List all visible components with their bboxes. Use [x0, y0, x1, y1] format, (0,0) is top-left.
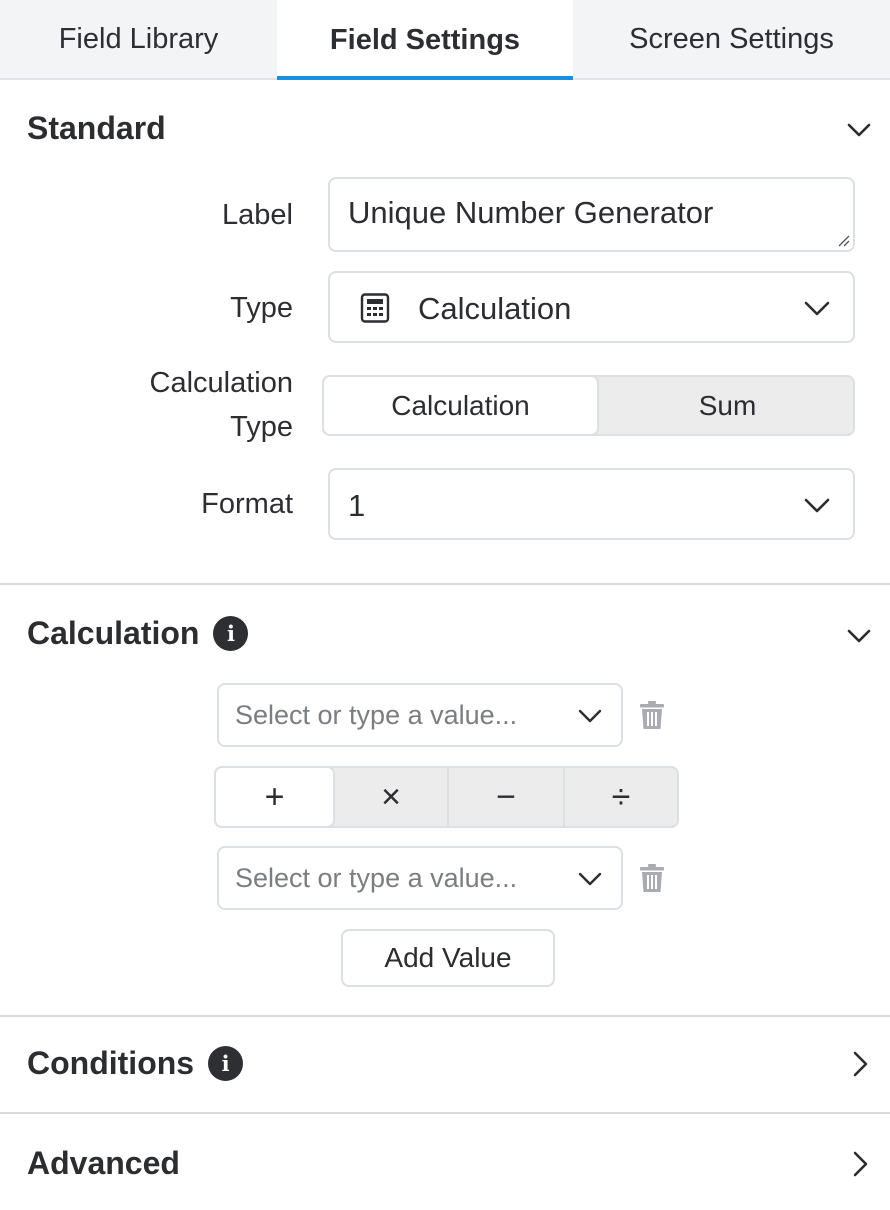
section-divider — [0, 1112, 890, 1114]
value-select-1[interactable]: Select or type a value... — [217, 683, 623, 747]
chevron-right-icon[interactable] — [846, 1050, 874, 1078]
format-field-label: Format — [201, 488, 293, 520]
trash-icon — [640, 864, 664, 892]
value-select-placeholder: Select or type a value... — [235, 863, 518, 893]
calculator-icon — [360, 293, 390, 323]
chevron-down-icon[interactable] — [845, 116, 873, 144]
label-input[interactable]: Unique Number Generator — [328, 177, 855, 252]
tab-field-settings[interactable]: Field Settings — [277, 0, 573, 80]
operator-toggle: + × − ÷ — [214, 766, 679, 828]
format-select[interactable]: 1 — [328, 468, 855, 540]
operator-add[interactable]: + — [214, 766, 335, 828]
calc-type-field-label-1: Calculation — [149, 367, 293, 399]
section-conditions-label: Conditions — [27, 1045, 195, 1081]
add-value-button[interactable]: Add Value — [341, 929, 555, 987]
trash-icon — [640, 701, 664, 729]
operator-divide[interactable]: ÷ — [565, 768, 677, 826]
label-input-value: Unique Number Generator — [348, 195, 714, 230]
type-select-value: Calculation — [418, 291, 572, 326]
chevron-down-icon — [578, 872, 602, 886]
resize-handle-icon[interactable] — [836, 233, 850, 247]
delete-value-button-1[interactable] — [626, 683, 678, 747]
label-field-label: Label — [222, 199, 293, 231]
section-calculation-label: Calculation — [27, 615, 200, 651]
calc-type-option-calculation[interactable]: Calculation — [322, 375, 599, 436]
value-select-2[interactable]: Select or type a value... — [217, 846, 623, 910]
type-select[interactable]: Calculation — [328, 271, 855, 343]
operator-multiply[interactable]: × — [335, 768, 449, 826]
calc-type-field-label-2: Type — [230, 411, 293, 443]
section-divider — [0, 583, 890, 585]
section-divider — [0, 1015, 890, 1017]
section-conditions-title[interactable]: Conditions i — [27, 1045, 244, 1082]
calc-type-option-sum[interactable]: Sum — [600, 377, 855, 434]
chevron-down-icon — [804, 498, 830, 513]
operator-subtract[interactable]: − — [449, 768, 565, 826]
format-select-value: 1 — [348, 488, 366, 523]
chevron-right-icon[interactable] — [846, 1150, 874, 1178]
section-standard-label: Standard — [27, 110, 166, 146]
calc-type-toggle: Calculation Sum — [322, 375, 855, 436]
delete-value-button-2[interactable] — [626, 846, 678, 910]
section-advanced-title[interactable]: Advanced — [27, 1145, 180, 1182]
info-icon[interactable]: i — [213, 616, 249, 651]
chevron-down-icon — [578, 709, 602, 723]
tab-field-library[interactable]: Field Library — [0, 0, 277, 78]
tab-screen-settings[interactable]: Screen Settings — [573, 0, 890, 78]
chevron-down-icon[interactable] — [845, 622, 873, 650]
section-standard-title[interactable]: Standard — [27, 110, 166, 147]
info-icon[interactable]: i — [208, 1046, 244, 1081]
tab-bar: Field Library Field Settings Screen Sett… — [0, 0, 890, 80]
type-field-label: Type — [230, 292, 293, 324]
value-select-placeholder: Select or type a value... — [235, 700, 518, 730]
section-calculation-title[interactable]: Calculation i — [27, 615, 249, 652]
chevron-down-icon — [804, 301, 830, 316]
section-advanced-label: Advanced — [27, 1145, 180, 1181]
